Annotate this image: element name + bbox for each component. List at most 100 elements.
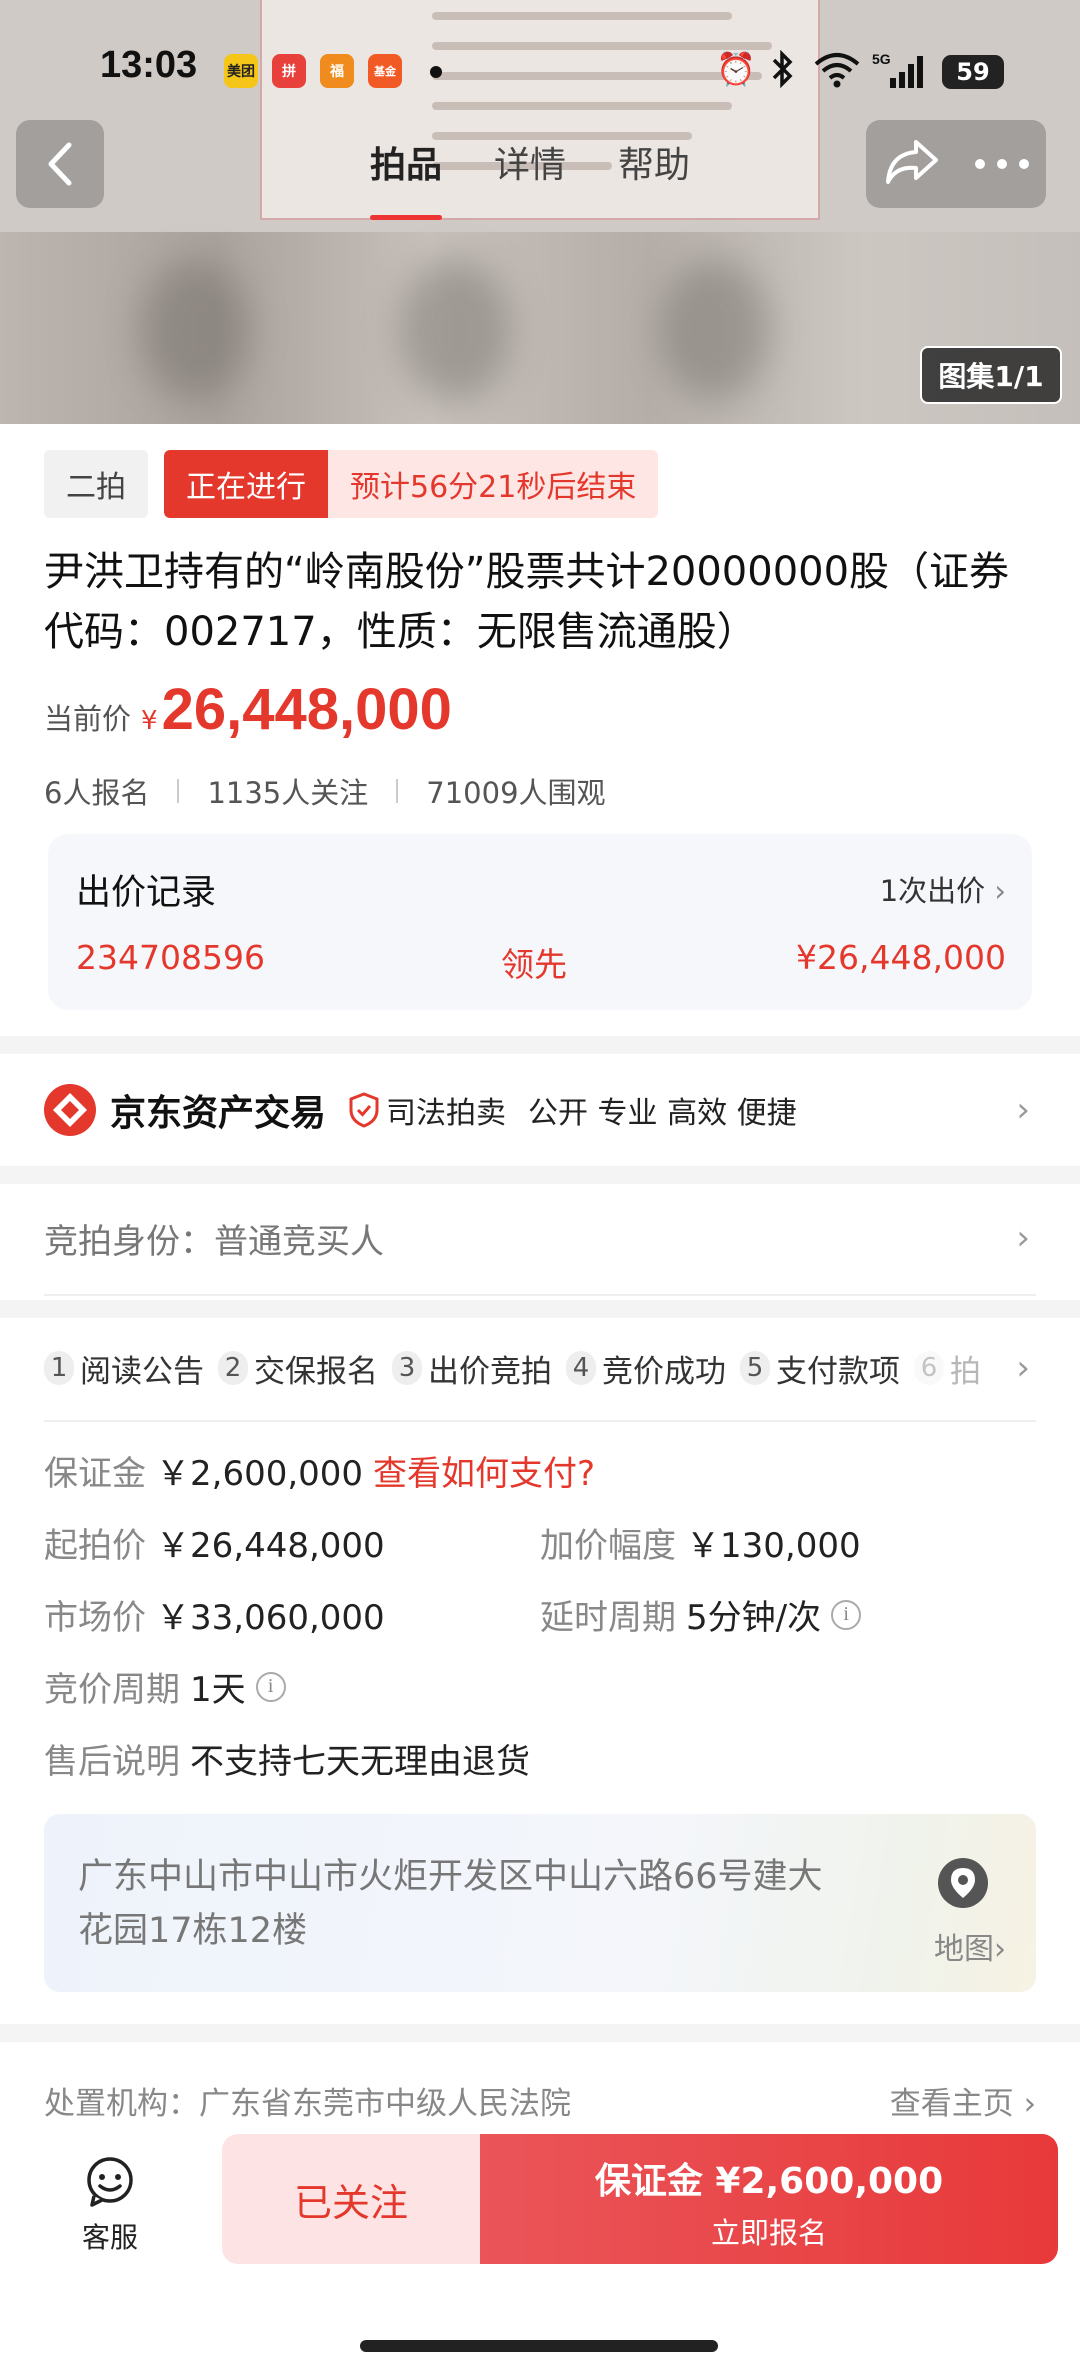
map-link[interactable]: 地图› (934, 1924, 1006, 1968)
blur-shape (400, 260, 510, 400)
increment-label: 加价幅度 (540, 1526, 676, 1566)
step-number: 5 (740, 1351, 770, 1385)
agency-name: 广东省东莞市中级人民法院 (199, 2086, 571, 2122)
step-label: 阅读公告 (80, 1353, 204, 1390)
cycle-label: 竞价周期 (44, 1670, 180, 1710)
aftersale-label: 售后说明 (44, 1742, 180, 1782)
map-pin-icon (938, 1858, 988, 1908)
divider (177, 779, 180, 803)
gallery-counter[interactable]: 图集1/1 (920, 346, 1062, 404)
market-price-value: ￥33,060,000 (156, 1598, 385, 1638)
signup-deposit-text: 保证金 ¥2,600,000 (594, 2161, 944, 2202)
step-item: 2 交保报名 (218, 1346, 378, 1391)
step-label: 出价竞拍 (428, 1353, 552, 1390)
tab-item[interactable]: 拍品 (370, 136, 443, 220)
svg-text:5G: 5G (872, 51, 891, 67)
step-item: 6拍 (914, 1346, 981, 1391)
step-number: 1 (44, 1351, 74, 1385)
price-label: 当前价 (44, 702, 132, 736)
share-more-pill (866, 120, 1046, 208)
bid-record-card[interactable]: 出价记录 1次出价 › 234708596 领先 ¥26,448,000 (48, 834, 1032, 1010)
blur-shape (660, 260, 770, 400)
chevron-right-icon: › (1006, 1348, 1030, 1388)
step-item: 1 阅读公告 (44, 1346, 204, 1391)
bidder-identity-row[interactable]: 竞拍身份： 普通竞买人 › (44, 1208, 1036, 1268)
bid-price: ¥26,448,000 (796, 938, 1006, 977)
signup-label: 立即报名 (710, 2216, 827, 2250)
pinduoduo-app-icon: 拼 (272, 54, 306, 88)
view-count: 71009人围观 (426, 776, 606, 810)
step-label: 支付款项 (776, 1353, 900, 1390)
status-tags: 二拍 正在进行 预计56分21秒后结束 (44, 450, 659, 518)
step-item: 5 支付款项 (740, 1346, 900, 1391)
share-icon[interactable] (882, 136, 942, 192)
platform-slogan: 公开 专业 高效 便捷 (528, 1096, 797, 1131)
address-card[interactable]: 广东中山市中山市火炬开发区中山六路66号建大花园17栋12楼 地图› (44, 1814, 1036, 1992)
customer-service-button[interactable]: 客服 (60, 2156, 160, 2256)
bid-status: 领先 (501, 945, 567, 984)
more-icon[interactable] (974, 155, 1030, 174)
signup-count: 6人报名 (44, 776, 150, 810)
cellular-signal-icon: 5G (872, 50, 928, 98)
wifi-icon (812, 50, 862, 96)
signup-button[interactable]: 保证金 ¥2,600,000 立即报名 (480, 2134, 1058, 2264)
notification-dot (430, 66, 442, 78)
section-divider (0, 2024, 1080, 2042)
step-number: 2 (218, 1351, 248, 1385)
deposit-row: 保证金 ￥2,600,000 查看如何支付? (44, 1446, 595, 1495)
how-to-pay-link[interactable]: 查看如何支付? (373, 1446, 595, 1495)
chevron-right-icon: › (994, 874, 1006, 908)
follow-button[interactable]: 已关注 (222, 2134, 480, 2264)
alarm-icon: ⏰ (716, 50, 756, 88)
step-item: 3 出价竞拍 (392, 1346, 552, 1391)
row-divider (44, 1294, 1036, 1296)
cycle-row: 竞价周期 1天 i (44, 1662, 286, 1711)
chevron-left-icon (48, 142, 72, 186)
bid-count-link[interactable]: 1次出价 › (880, 868, 1006, 910)
home-indicator[interactable] (360, 2340, 718, 2352)
smile-chat-icon (87, 2157, 133, 2207)
follow-count: 1135人关注 (207, 776, 369, 810)
increment-row: 加价幅度 ￥130,000 (540, 1518, 861, 1567)
market-price-label: 市场价 (44, 1598, 146, 1638)
blur-shape (140, 260, 250, 400)
identity-value: 普通竞买人 (214, 1221, 384, 1262)
delay-label: 延时周期 (540, 1598, 676, 1638)
start-price-row: 起拍价 ￥26,448,000 (44, 1518, 385, 1567)
shield-check-icon (348, 1092, 380, 1128)
bid-record-title: 出价记录 (76, 873, 217, 913)
bid-count: 1次出价 (879, 874, 986, 908)
tab-detail[interactable]: 详情 (494, 136, 566, 188)
round-badge: 二拍 (44, 450, 148, 518)
step-item: 4 竞价成功 (566, 1346, 726, 1391)
cycle-value: 1天 (190, 1670, 246, 1710)
process-steps[interactable]: 1 阅读公告 2 交保报名 3 出价竞拍 4 竞价成功 5 支付款项 6拍 › (44, 1340, 1036, 1396)
battery-indicator: 59 (942, 55, 1004, 89)
auction-title: 尹洪卫持有的“岭南股份”股票共计20000000股（证券代码：002717，性质… (44, 549, 1010, 655)
section-divider (0, 1300, 1080, 1318)
identity-label: 竞拍身份： (44, 1221, 214, 1262)
section-divider (0, 1166, 1080, 1184)
current-price: 26,448,000 (161, 677, 452, 742)
info-icon[interactable]: i (831, 1599, 862, 1630)
delay-value: 5分钟/次 (686, 1598, 822, 1638)
info-icon[interactable]: i (255, 1671, 286, 1702)
meituan-app-icon: 美团 (224, 54, 258, 88)
clock: 13:03 (100, 44, 198, 86)
current-price-row: 当前价 ¥ 26,448,000 (44, 676, 452, 743)
view-homepage-link[interactable]: 查看主页 › (890, 2078, 1036, 2123)
aftersale-row: 售后说明 不支持七天无理由退货 (44, 1734, 530, 1783)
deposit-label: 保证金 (44, 1454, 146, 1494)
back-button[interactable] (16, 120, 104, 208)
agency-row: 处置机构： 广东省东莞市中级人民法院 查看主页 › (44, 2078, 1036, 2123)
platform-row[interactable]: 京东资产交易 司法拍卖 公开 专业 高效 便捷 › (44, 1080, 1036, 1140)
step-label: 竞价成功 (602, 1353, 726, 1390)
chevron-right-icon: › (1016, 1218, 1030, 1258)
agency-label: 处置机构： (44, 2086, 199, 2122)
currency-symbol: ¥ (141, 706, 158, 736)
tab-help[interactable]: 帮助 (618, 136, 690, 188)
divider (396, 779, 399, 803)
address-text: 广东中山市中山市火炬开发区中山六路66号建大花园17栋12楼 (78, 1857, 823, 1951)
aftersale-value: 不支持七天无理由退货 (190, 1742, 530, 1782)
step-label: 拍 (950, 1353, 981, 1390)
